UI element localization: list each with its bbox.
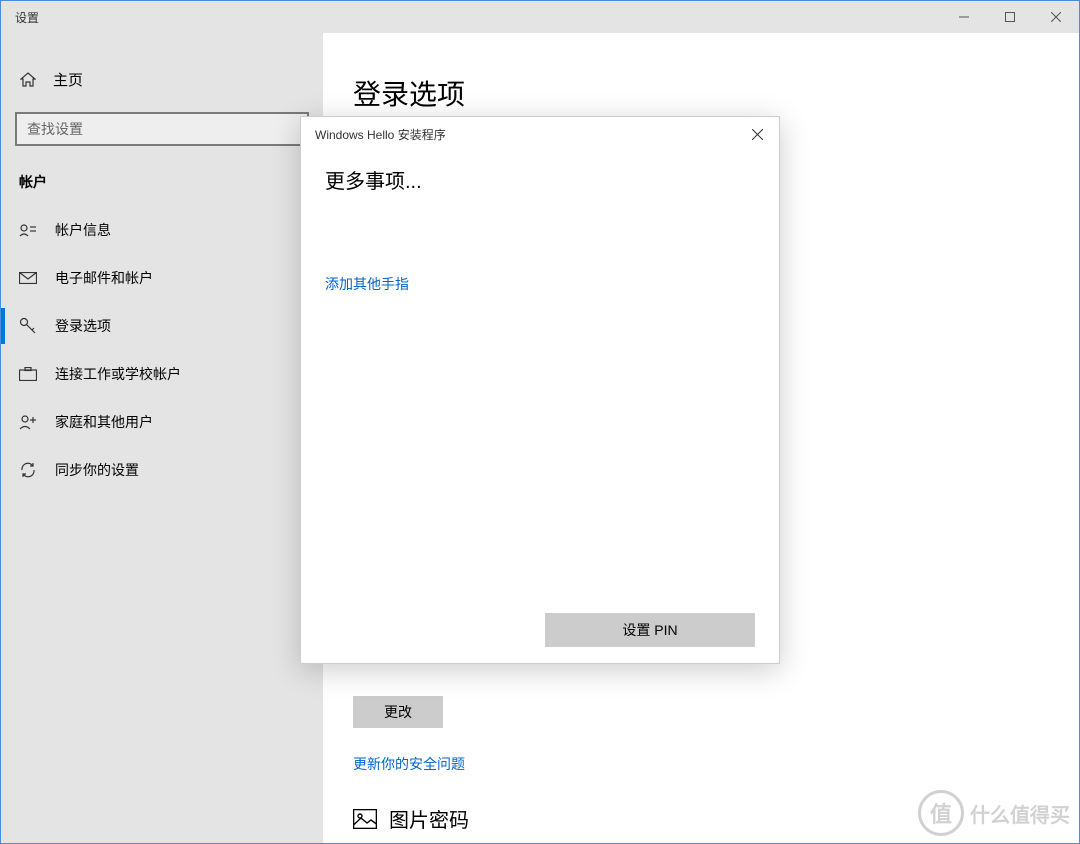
person-badge-icon: [19, 221, 37, 239]
watermark-text: 什么值得买: [970, 799, 1070, 828]
sidebar-item-label: 连接工作或学校帐户: [55, 364, 181, 384]
watermark: 值 什么值得买: [918, 790, 1070, 836]
sidebar-item-family-other[interactable]: 家庭和其他用户: [1, 398, 323, 446]
sidebar-item-sync[interactable]: 同步你的设置: [1, 446, 323, 494]
sync-icon: [19, 461, 37, 479]
hello-setup-dialog: Windows Hello 安装程序 更多事项... 添加其他手指 设置 PIN: [300, 116, 780, 664]
close-button[interactable]: [1033, 1, 1079, 33]
picture-password-heading: 图片密码: [353, 804, 469, 833]
home-label: 主页: [53, 69, 83, 90]
sidebar-item-label: 家庭和其他用户: [55, 412, 153, 432]
sidebar-item-email-accounts[interactable]: 电子邮件和帐户: [1, 254, 323, 302]
sidebar: 主页 查找设置 帐户 帐户信息 电子邮件和帐户: [1, 33, 323, 843]
change-button[interactable]: 更改: [353, 696, 443, 728]
sidebar-item-label: 帐户信息: [55, 220, 111, 240]
dialog-heading: 更多事项...: [325, 165, 755, 194]
page-title: 登录选项: [353, 73, 1049, 113]
minimize-button[interactable]: [941, 1, 987, 33]
bottom-section: 更改 更新你的安全问题 图片密码: [353, 696, 469, 833]
picture-password-label: 图片密码: [389, 804, 469, 833]
search-placeholder: 查找设置: [27, 119, 83, 139]
window-controls: [941, 1, 1079, 33]
people-plus-icon: [19, 413, 37, 431]
titlebar: 设置: [1, 1, 1079, 33]
dialog-body: 更多事项... 添加其他手指: [301, 151, 779, 597]
watermark-badge: 值: [918, 790, 964, 836]
picture-icon: [353, 807, 377, 831]
key-icon: [19, 317, 37, 335]
add-another-finger-link[interactable]: 添加其他手指: [325, 274, 755, 294]
home-row[interactable]: 主页: [1, 61, 323, 104]
dialog-title: Windows Hello 安装程序: [315, 126, 446, 143]
dialog-footer: 设置 PIN: [301, 597, 779, 663]
sidebar-item-work-school[interactable]: 连接工作或学校帐户: [1, 350, 323, 398]
sidebar-item-label: 同步你的设置: [55, 460, 139, 480]
dialog-close-button[interactable]: [735, 117, 779, 151]
category-label: 帐户: [1, 164, 323, 206]
dialog-header: Windows Hello 安装程序: [301, 117, 779, 151]
sidebar-item-label: 登录选项: [55, 316, 111, 336]
mail-icon: [19, 269, 37, 287]
sidebar-item-account-info[interactable]: 帐户信息: [1, 206, 323, 254]
sidebar-item-signin-options[interactable]: 登录选项: [1, 302, 323, 350]
update-security-link[interactable]: 更新你的安全问题: [353, 754, 469, 774]
window-title: 设置: [15, 9, 39, 26]
briefcase-icon: [19, 365, 37, 383]
sidebar-item-label: 电子邮件和帐户: [55, 268, 153, 288]
set-pin-button[interactable]: 设置 PIN: [545, 613, 755, 647]
maximize-button[interactable]: [987, 1, 1033, 33]
home-icon: [19, 71, 37, 89]
search-input[interactable]: 查找设置: [15, 112, 309, 146]
